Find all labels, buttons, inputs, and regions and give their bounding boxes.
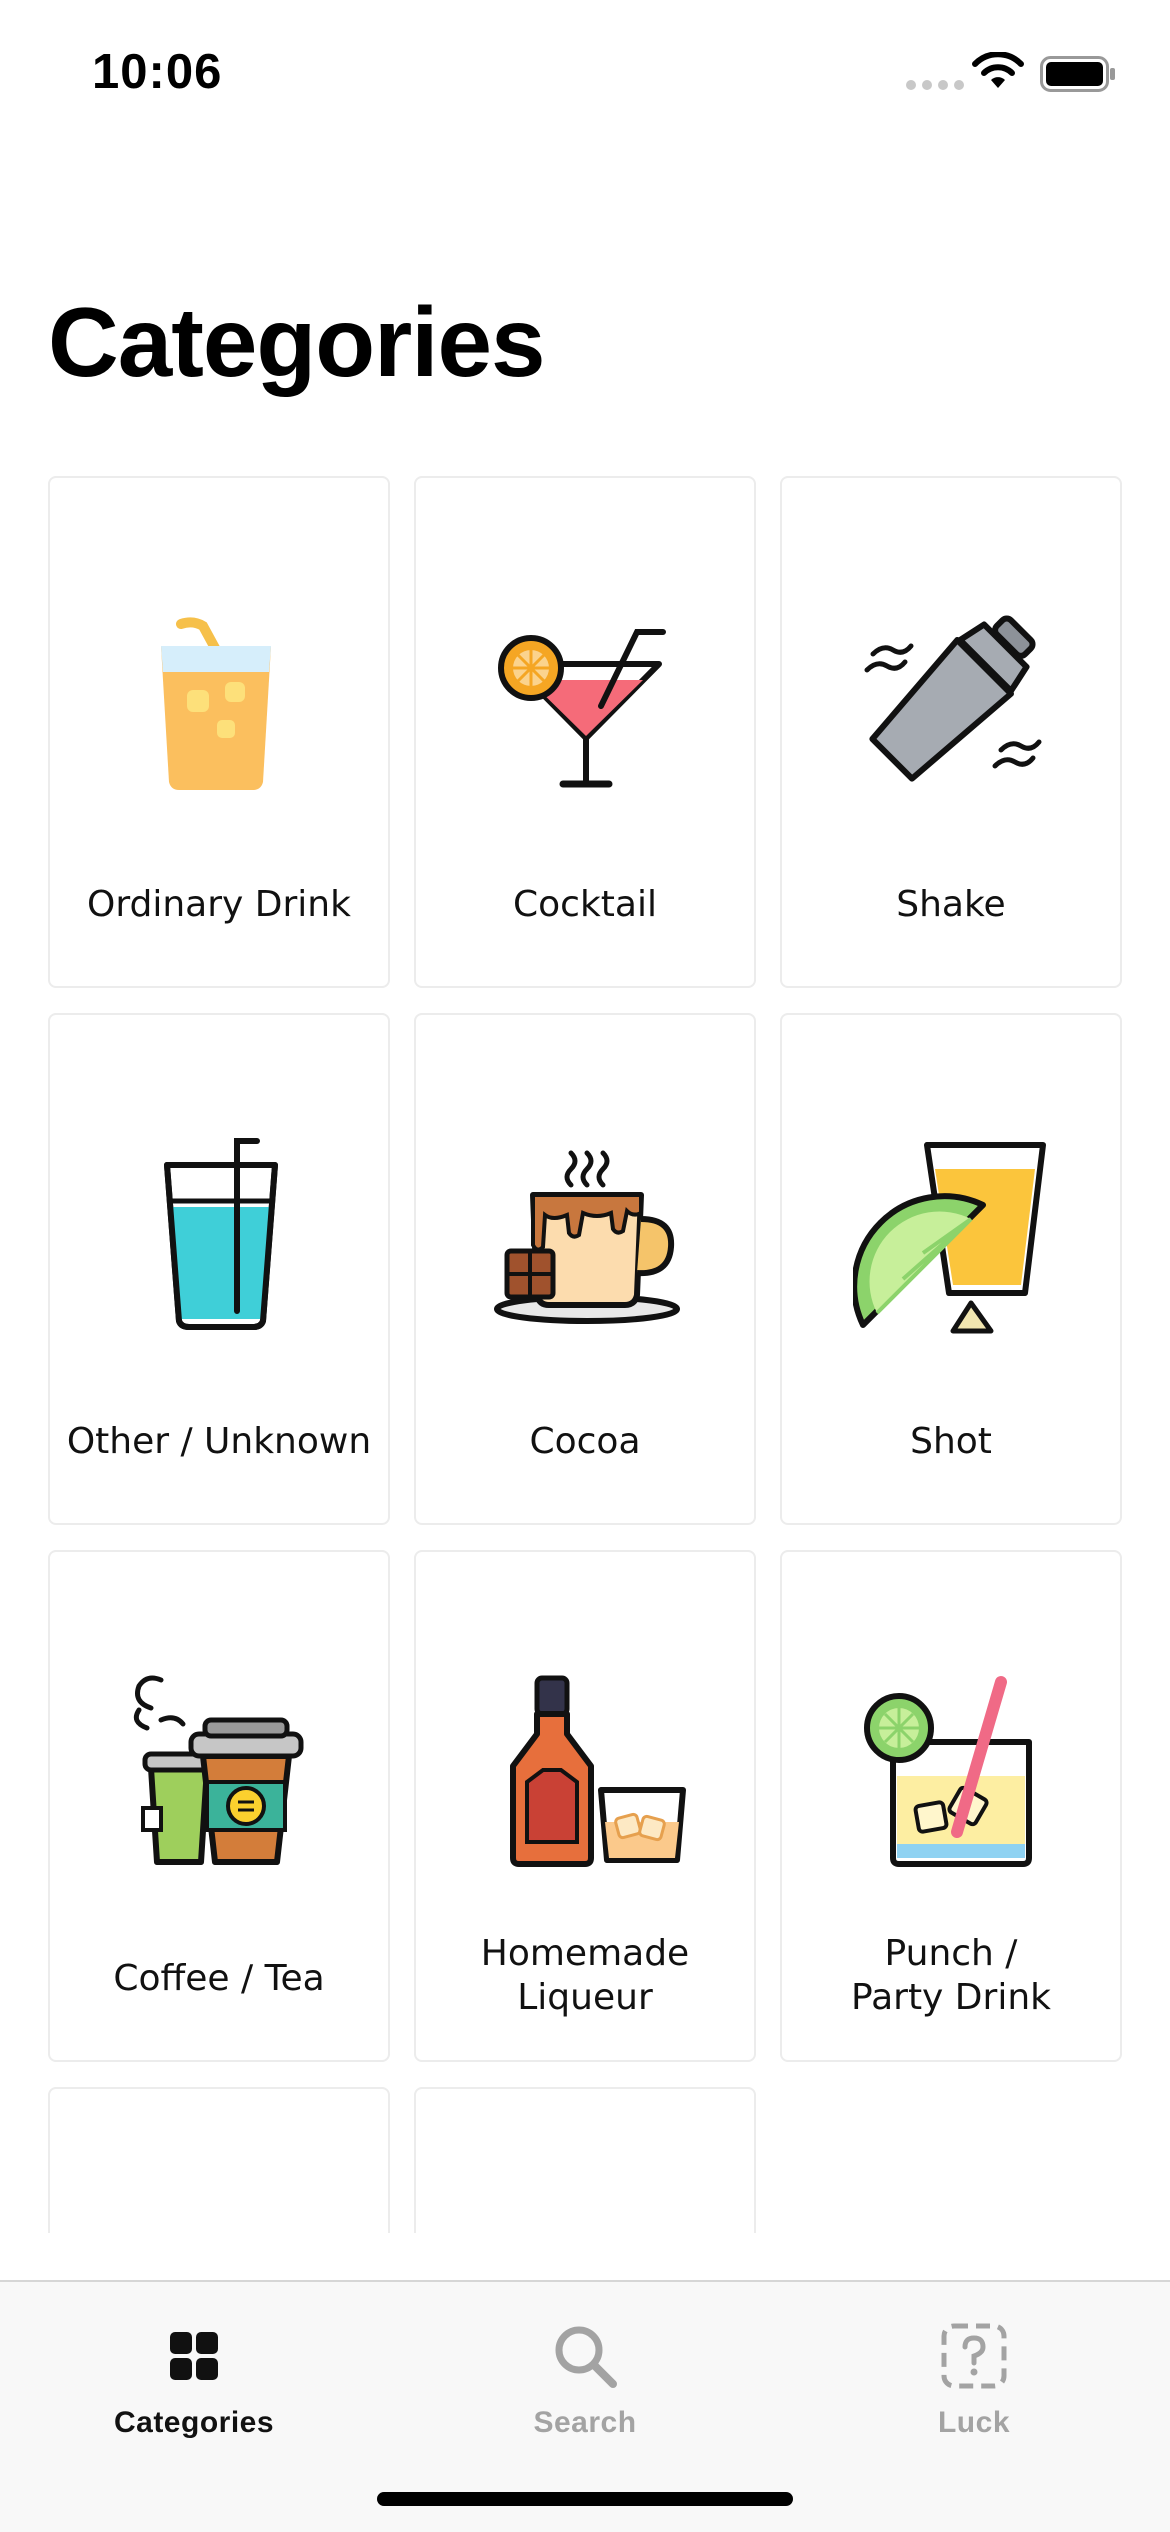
tab-label: Search [533,2406,637,2439]
wifi-icon [972,52,1024,88]
category-card-shot[interactable]: Shot [780,1013,1122,1525]
takeaway-coffee-cups-icon [133,1675,304,1865]
category-grid: Ordinary Drink Cocktail Shake Other / Un… [0,470,1170,2233]
question-box-icon [941,2323,1007,2389]
punch-glass-icon [864,1676,1032,1867]
liqueur-bottle-glass-icon [510,1675,686,1867]
home-indicator [377,2492,793,2506]
category-label: Punch / Party Drink [850,1933,1051,2018]
category-label: Other / Unknown [66,1421,372,1462]
category-card-cocktail[interactable]: Cocktail [414,476,756,988]
category-label: Cocktail [513,884,657,925]
tab-categories[interactable]: Categories [74,2300,314,2450]
category-card-cocoa[interactable]: Cocoa [414,1013,756,1525]
partial-icon [121,2209,321,2233]
cocktail-shaker-icon [864,615,1042,782]
juice-glass-icon [161,617,271,790]
category-card-other-unknown[interactable]: Other / Unknown [48,1013,390,1525]
category-label: Cocoa [529,1421,641,1462]
tab-label: Luck [937,2406,1011,2439]
partial-icon [487,2209,687,2233]
water-glass-icon [164,1138,278,1330]
tab-search[interactable]: Search [465,2300,705,2450]
category-card-coffee-tea[interactable]: Coffee / Tea [48,1550,390,2062]
status-time: 10:06 [92,45,223,99]
category-label: Ordinary Drink [87,884,351,925]
grid-icon [170,2332,218,2380]
tab-luck[interactable]: Luck [854,2300,1094,2450]
category-card-ordinary-drink[interactable]: Ordinary Drink [48,476,390,988]
tab-label: Categories [113,2406,275,2439]
category-card-homemade-liqueur[interactable]: Homemade Liqueur [414,1550,756,2062]
battery-icon [1040,56,1115,92]
category-label: Shake [896,884,1006,925]
category-card-partial-1[interactable] [48,2087,390,2233]
cellular-signal-icon [906,80,964,90]
category-card-partial-2[interactable] [414,2087,756,2233]
martini-cocktail-icon [498,629,666,788]
category-label: Coffee / Tea [113,1958,325,1999]
tequila-shot-lime-icon [853,1142,1046,1334]
status-bar: 10:06 [0,0,1170,140]
category-card-shake[interactable]: Shake [780,476,1122,988]
search-icon [555,2326,617,2388]
category-label: Shot [910,1421,992,1462]
category-label: Homemade Liqueur [480,1933,690,2018]
page-title: Categories [48,287,546,397]
hot-cocoa-mug-icon [494,1150,680,1324]
category-card-punch-party-drink[interactable]: Punch / Party Drink [780,1550,1122,2062]
